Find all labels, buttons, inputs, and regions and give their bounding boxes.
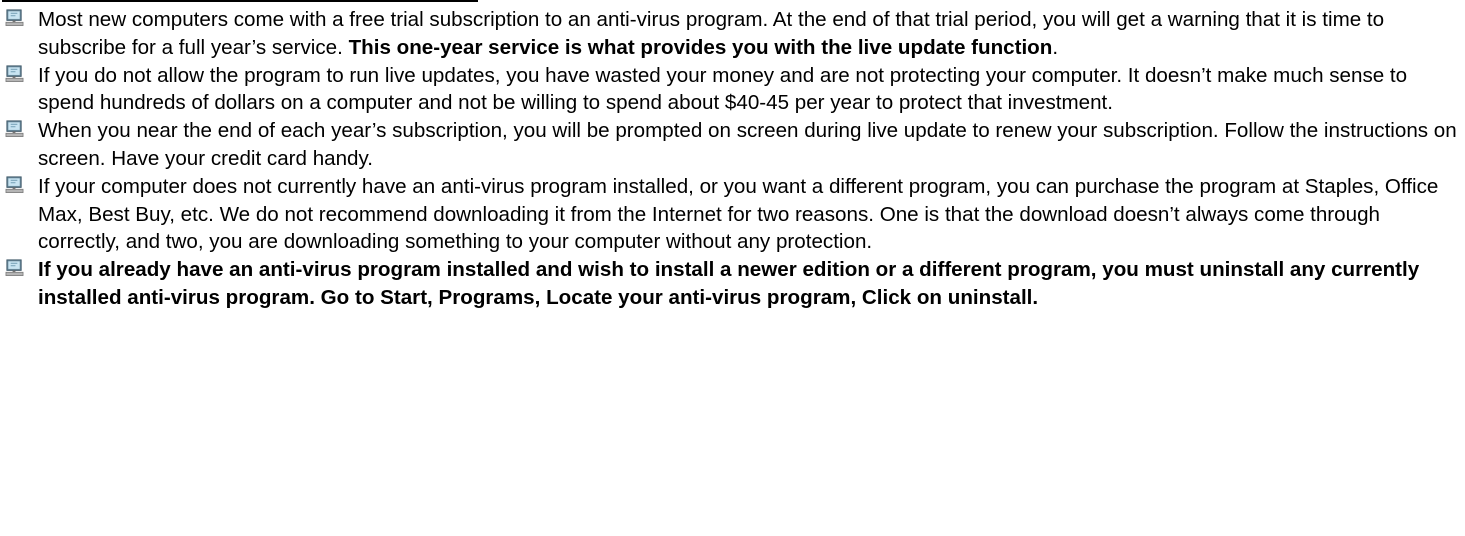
- computer-icon: [5, 120, 24, 138]
- list-item: If your computer does not currently have…: [0, 173, 1460, 256]
- bullet-text: If you do not allow the program to run l…: [38, 63, 1408, 115]
- bullet-list: Most new computers come with a free tria…: [0, 6, 1460, 312]
- bullet-bold-text: If you already have an anti-virus progra…: [38, 258, 1420, 309]
- computer-icon: [5, 259, 24, 277]
- list-item: If you do not allow the program to run l…: [0, 62, 1460, 118]
- bullet-text: If your computer does not currently have…: [38, 174, 1439, 254]
- list-item: When you near the end of each year’s sub…: [0, 117, 1460, 173]
- list-item: If you already have an anti-virus progra…: [0, 256, 1460, 312]
- bullet-text: When you near the end of each year’s sub…: [38, 119, 1457, 170]
- computer-icon: [5, 176, 24, 193]
- bullet-tail-text: .: [1052, 35, 1059, 59]
- bullet-bold-text: This one-year service is what provides y…: [348, 35, 1053, 59]
- computer-icon: [5, 65, 24, 82]
- computer-icon: [5, 9, 24, 26]
- underline-rule: [2, 0, 478, 2]
- list-item: Most new computers come with a free tria…: [0, 6, 1460, 62]
